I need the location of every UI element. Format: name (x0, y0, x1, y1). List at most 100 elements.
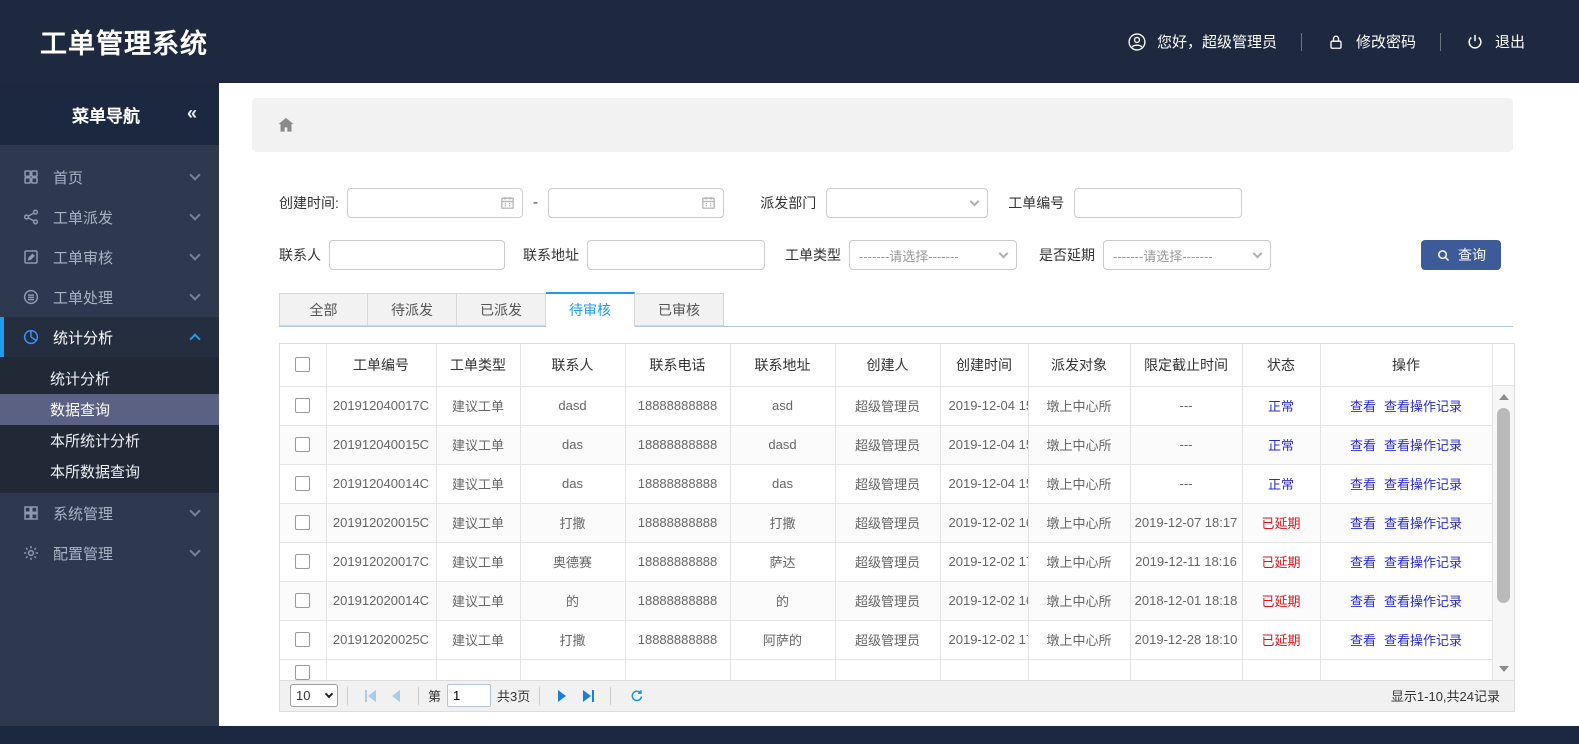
sidebar-header: 菜单导航 « (0, 83, 219, 145)
refresh-button[interactable] (624, 684, 650, 707)
scroll-up-icon[interactable] (1498, 394, 1509, 400)
cell-phone: 18888888888 (625, 620, 731, 660)
delay-select[interactable]: -------请选择------- (1103, 240, 1271, 270)
sidebar-item-stats[interactable]: 统计分析 (0, 317, 219, 357)
cell-phone: 18888888888 (625, 464, 731, 504)
scroll-down-icon[interactable] (1498, 665, 1509, 672)
cell-deadline: --- (1130, 464, 1243, 504)
divider (610, 686, 612, 705)
collapse-sidebar-icon[interactable]: « (187, 103, 197, 124)
row-checkbox[interactable] (295, 515, 311, 530)
sidebar-menu: 首页 工单派发 工单审核 工单处理 统计分析 统计分析 数据查询 本所统计分析 … (0, 145, 219, 573)
next-page-button[interactable] (549, 684, 575, 707)
pagination-bar: 10 第 共3页 (279, 680, 1515, 712)
view-log-link[interactable]: 查看操作记录 (1384, 594, 1462, 609)
cell-order-type: 建议工单 (436, 503, 521, 543)
page-size-select[interactable]: 10 (290, 684, 338, 707)
tab-pending-review[interactable]: 待审核 (546, 292, 635, 327)
chevron-down-icon (998, 248, 1009, 259)
last-page-button[interactable] (575, 684, 601, 707)
view-link[interactable]: 查看 (1350, 555, 1376, 570)
row-checkbox[interactable] (295, 593, 311, 608)
row-checkbox[interactable] (295, 398, 311, 413)
view-log-link[interactable]: 查看操作记录 (1384, 555, 1462, 570)
cell-creator: 超级管理员 (835, 581, 941, 621)
sidebar-item-config[interactable]: 配置管理 (0, 533, 219, 573)
date-to-input[interactable] (548, 188, 725, 218)
row-checkbox[interactable] (295, 554, 311, 569)
page-prefix: 第 (428, 689, 442, 704)
sidebar-item-home[interactable]: 首页 (0, 157, 219, 197)
view-log-link[interactable]: 查看操作记录 (1384, 633, 1462, 648)
view-link[interactable]: 查看 (1350, 438, 1376, 453)
page-size-value: 10 (296, 688, 311, 703)
grid-icon (24, 170, 38, 184)
cell-address: 的 (730, 581, 836, 621)
sidebar-item-review[interactable]: 工单审核 (0, 237, 219, 277)
view-log-link[interactable]: 查看操作记录 (1384, 438, 1462, 453)
address-input[interactable] (587, 240, 765, 270)
home-icon[interactable] (276, 115, 296, 135)
tab-reviewed[interactable]: 已审核 (635, 293, 724, 326)
cell-order-no: 201912040017C (326, 386, 437, 426)
chevron-up-icon (189, 333, 201, 345)
view-log-link[interactable]: 查看操作记录 (1384, 399, 1462, 414)
sidebar-subitem-station-data-query[interactable]: 本所数据查询 (0, 456, 219, 487)
prev-page-button[interactable] (383, 684, 409, 707)
cell-order-no: 201912020015C (326, 503, 437, 543)
select-all-checkbox[interactable] (295, 357, 311, 373)
tab-all[interactable]: 全部 (279, 293, 368, 326)
order-no-input[interactable] (1074, 188, 1243, 218)
sidebar-subitem-stats-analysis[interactable]: 统计分析 (0, 363, 219, 394)
view-link[interactable]: 查看 (1350, 633, 1376, 648)
tab-pending-dispatch[interactable]: 待派发 (368, 293, 457, 326)
view-log-link[interactable]: 查看操作记录 (1384, 477, 1462, 492)
table-header-row: 工单编号 工单类型 联系人 联系电话 联系地址 创建人 创建时间 派发对象 限定… (280, 344, 1493, 387)
view-link[interactable]: 查看 (1350, 594, 1376, 609)
tab-dispatched[interactable]: 已派发 (457, 293, 546, 326)
status-badge: 已延期 (1261, 594, 1301, 609)
view-link[interactable]: 查看 (1350, 477, 1376, 492)
view-link[interactable]: 查看 (1350, 399, 1376, 414)
cell-order-no: 201912040015C (326, 425, 437, 465)
change-password-label: 修改密码 (1355, 34, 1416, 51)
cell-actions: 查看 查看操作记录 (1320, 386, 1493, 426)
filter-panel: 创建时间: - 派发部门 工单编号 联系人 联系地址 工单类型 -------请… (279, 188, 1513, 270)
change-password-button[interactable]: 修改密码 (1302, 31, 1440, 52)
row-checkbox[interactable] (295, 476, 311, 491)
order-type-select[interactable]: -------请选择------- (849, 240, 1017, 270)
scrollbar-thumb[interactable] (1496, 408, 1510, 603)
col-order-no: 工单编号 (326, 344, 437, 387)
first-page-button[interactable] (357, 684, 383, 707)
sidebar-subitem-data-query[interactable]: 数据查询 (0, 394, 219, 425)
sidebar-item-process[interactable]: 工单处理 (0, 277, 219, 317)
sidebar-subitem-station-stats[interactable]: 本所统计分析 (0, 425, 219, 456)
search-button[interactable]: 查询 (1421, 240, 1501, 270)
col-target: 派发对象 (1028, 344, 1131, 387)
row-checkbox[interactable] (295, 437, 311, 452)
modules-icon (24, 506, 38, 520)
divider (418, 686, 419, 705)
dispatch-dept-label: 派发部门 (760, 195, 817, 211)
calendar-icon[interactable] (499, 194, 516, 211)
view-log-link[interactable]: 查看操作记录 (1384, 516, 1462, 531)
breadcrumb (252, 98, 1513, 152)
row-checkbox[interactable] (295, 664, 311, 680)
calendar-icon[interactable] (700, 194, 717, 211)
row-checkbox[interactable] (295, 632, 311, 647)
sidebar-item-system[interactable]: 系统管理 (0, 493, 219, 533)
view-link[interactable]: 查看 (1350, 516, 1376, 531)
scrollbar-track[interactable] (1492, 386, 1514, 680)
date-from-input[interactable] (346, 188, 523, 218)
logout-button[interactable]: 退出 (1441, 31, 1549, 52)
col-address: 联系地址 (730, 344, 836, 387)
page-number-input[interactable] (447, 684, 492, 707)
table-row-partial (280, 659, 1493, 680)
cell-deadline: --- (1130, 425, 1243, 465)
status-tabs: 全部 待派发 已派发 待审核 已审核 (279, 292, 1513, 327)
sidebar-subitem-label: 本所数据查询 (50, 464, 141, 481)
user-greeting[interactable]: 您好，超级管理员 (1103, 31, 1301, 52)
dispatch-dept-select[interactable] (826, 188, 989, 218)
contact-input[interactable] (329, 240, 505, 270)
sidebar-item-dispatch[interactable]: 工单派发 (0, 197, 219, 237)
